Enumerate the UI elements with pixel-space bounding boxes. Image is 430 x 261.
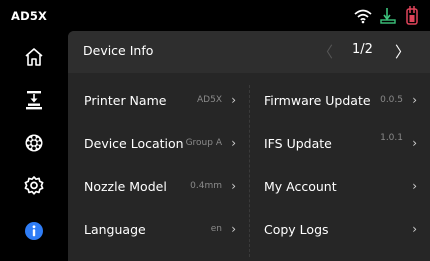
setting-label: IFS Update	[264, 135, 332, 151]
status-icons	[354, 5, 420, 27]
setting-row-firmware-update[interactable]: Firmware Update 0.0.5 ›	[264, 90, 417, 110]
panel-header: Device Info 〈 1/2 〉	[68, 31, 430, 73]
device-name: AD5X	[11, 9, 48, 23]
column-divider	[249, 85, 250, 257]
setting-row-copy-logs[interactable]: Copy Logs ›	[264, 219, 417, 239]
sidebar-nav	[0, 31, 68, 261]
setting-label: Copy Logs	[264, 221, 329, 237]
device-info-panel: Device Info 〈 1/2 〉 Printer Name AD5X › …	[68, 31, 430, 261]
setting-label: Printer Name	[84, 92, 167, 108]
chevron-right-icon: ›	[412, 179, 417, 193]
setting-value: AD5X	[197, 95, 222, 105]
home-icon[interactable]	[22, 45, 46, 69]
settings-gear-icon[interactable]	[22, 174, 46, 198]
setting-label: My Account	[264, 178, 337, 194]
setting-label: Language	[84, 221, 146, 237]
wifi-icon	[354, 8, 372, 24]
next-page-button[interactable]: 〉	[395, 41, 410, 62]
page-title: Device Info	[83, 43, 154, 58]
printer-status-icon	[379, 7, 397, 25]
chevron-right-icon: ›	[412, 222, 417, 236]
chevron-right-icon: ›	[231, 179, 236, 193]
setting-label: Firmware Update	[264, 92, 371, 108]
setting-row-printer-name[interactable]: Printer Name AD5X ›	[84, 90, 236, 110]
chevron-right-icon: ›	[412, 93, 417, 107]
page-indicator: 1/2	[352, 42, 373, 57]
setting-row-device-location[interactable]: Device Location Group A ›	[84, 133, 236, 153]
prev-page-button[interactable]: 〈	[318, 41, 333, 62]
setting-label: Device Location	[84, 135, 184, 151]
filament-icon	[404, 6, 420, 26]
setting-label: Nozzle Model	[84, 178, 167, 194]
setting-value: en	[210, 224, 222, 234]
status-bar: AD5X	[0, 0, 430, 31]
filament-spool-icon[interactable]	[22, 131, 46, 155]
setting-value: 1.0.1	[380, 133, 403, 143]
setting-row-language[interactable]: Language en ›	[84, 219, 236, 239]
setting-row-nozzle-model[interactable]: Nozzle Model 0.4mm ›	[84, 176, 236, 196]
setting-row-my-account[interactable]: My Account ›	[264, 176, 417, 196]
setting-value: 0.4mm	[190, 181, 222, 191]
chevron-right-icon: ›	[231, 136, 236, 150]
chevron-right-icon: ›	[412, 136, 417, 150]
setting-row-ifs-update[interactable]: IFS Update 1.0.1 ›	[264, 133, 417, 153]
setting-value: Group A	[185, 138, 222, 148]
chevron-right-icon: ›	[231, 93, 236, 107]
setting-value: 0.0.5	[380, 95, 403, 105]
info-icon[interactable]	[22, 219, 46, 243]
chevron-right-icon: ›	[231, 222, 236, 236]
print-job-icon[interactable]	[22, 88, 46, 112]
